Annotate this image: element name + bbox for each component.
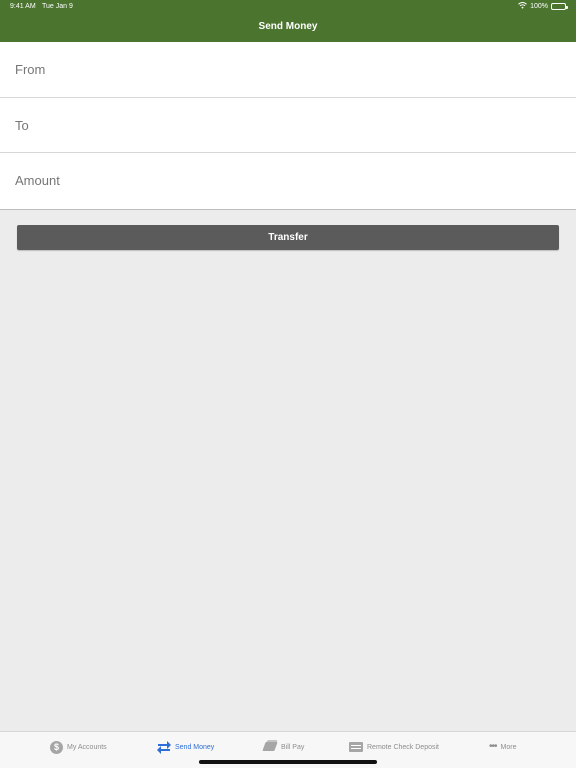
tab-remote-check-deposit[interactable]: Remote Check Deposit xyxy=(349,739,439,755)
tab-label-bill-pay: Bill Pay xyxy=(281,743,305,751)
wifi-icon xyxy=(518,2,527,11)
send-money-form: From To Amount xyxy=(0,42,576,211)
amount-field[interactable]: Amount xyxy=(0,153,576,209)
status-time: 9:41 AM xyxy=(10,3,36,10)
transfer-icon xyxy=(157,740,171,754)
to-field[interactable]: To xyxy=(0,98,576,154)
tab-my-accounts[interactable]: $ My Accounts xyxy=(50,739,107,755)
status-date: Tue Jan 9 xyxy=(42,3,73,10)
header-bar: 9:41 AM Tue Jan 9 100% Send Money xyxy=(0,0,576,42)
battery-percent: 100% xyxy=(530,3,548,10)
tab-label-my-accounts: My Accounts xyxy=(67,743,107,751)
tab-bill-pay[interactable]: Bill Pay xyxy=(262,739,305,755)
battery-icon xyxy=(551,3,568,10)
status-right: 100% xyxy=(518,2,568,11)
status-bar: 9:41 AM Tue Jan 9 100% xyxy=(0,0,576,14)
page-title: Send Money xyxy=(258,21,318,32)
tab-label-more: More xyxy=(500,743,517,751)
check-icon xyxy=(349,742,363,752)
dollar-icon: $ xyxy=(50,740,63,754)
tab-label-remote-check-deposit: Remote Check Deposit xyxy=(367,743,439,751)
home-indicator xyxy=(199,760,377,764)
tab-send-money[interactable]: Send Money xyxy=(157,739,214,755)
more-icon: ••• xyxy=(489,741,497,752)
from-field[interactable]: From xyxy=(0,42,576,98)
transfer-button[interactable]: Transfer xyxy=(17,225,559,250)
tab-label-send-money: Send Money xyxy=(175,743,215,751)
bill-icon xyxy=(262,740,278,754)
tab-more[interactable]: ••• More xyxy=(489,739,516,755)
